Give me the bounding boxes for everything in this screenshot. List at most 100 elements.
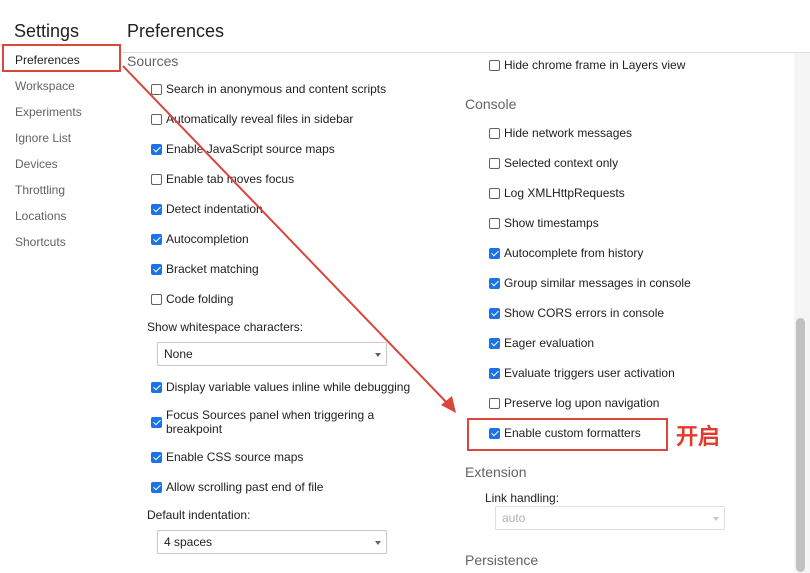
setting-autocompletion[interactable]: Autocompletion <box>151 231 249 247</box>
setting-bracket-matching[interactable]: Bracket matching <box>151 261 259 277</box>
highlight-box <box>467 418 668 451</box>
setting-label: Automatically reveal files in sidebar <box>166 112 354 126</box>
setting-label: Detect indentation <box>166 202 263 216</box>
checkbox[interactable] <box>489 397 500 409</box>
annotation-text: 开启 <box>676 424 721 449</box>
setting-label: Group similar messages in console <box>504 276 691 290</box>
whitespace-label: Show whitespace characters: <box>147 320 304 334</box>
sidebar-item-throttling[interactable]: Throttling <box>15 183 65 197</box>
sidebar-item-shortcuts[interactable]: Shortcuts <box>15 235 66 249</box>
setting-autocomplete-history[interactable]: Autocomplete from history <box>489 245 643 261</box>
setting-css-source-maps[interactable]: Enable CSS source maps <box>151 449 303 465</box>
persistence-section-title: Persistence <box>465 552 539 568</box>
settings-title: Settings <box>14 21 80 41</box>
checkbox[interactable] <box>151 381 162 393</box>
setting-label: Show CORS errors in console <box>504 306 665 320</box>
checkbox[interactable] <box>489 337 500 349</box>
setting-label: Search in anonymous and content scripts <box>166 82 387 96</box>
setting-selected-context[interactable]: Selected context only <box>489 155 618 171</box>
page-title: Preferences <box>127 21 225 41</box>
sidebar-item-preferences[interactable]: Preferences <box>15 53 80 67</box>
setting-cors-errors[interactable]: Show CORS errors in console <box>489 305 664 321</box>
header-divider <box>122 52 810 53</box>
link-handling-label: Link handling: <box>485 491 560 505</box>
setting-label: Evaluate triggers user activation <box>504 366 675 380</box>
checkbox[interactable] <box>489 247 500 259</box>
checkbox[interactable] <box>489 277 500 289</box>
checkbox[interactable] <box>151 83 162 95</box>
setting-show-timestamps[interactable]: Show timestamps <box>489 215 599 231</box>
checkbox[interactable] <box>151 293 162 305</box>
checkbox[interactable] <box>151 451 162 463</box>
setting-search-anonymous[interactable]: Search in anonymous and content scripts <box>151 81 386 97</box>
setting-label: Preserve log upon navigation <box>504 396 660 410</box>
setting-scroll-past-end[interactable]: Allow scrolling past end of file <box>151 479 323 495</box>
chevron-down-icon <box>375 541 381 545</box>
arrow-head <box>441 396 456 413</box>
setting-label: Autocompletion <box>166 232 249 246</box>
console-section-title: Console <box>465 96 517 112</box>
setting-label: Eager evaluation <box>504 336 595 350</box>
setting-label: Bracket matching <box>166 262 259 276</box>
checkbox[interactable] <box>489 187 500 199</box>
setting-label: Display variable values inline while deb… <box>166 380 411 394</box>
checkbox[interactable] <box>489 367 500 379</box>
sidebar-item-locations[interactable]: Locations <box>15 209 66 223</box>
setting-inline-values[interactable]: Display variable values inline while deb… <box>151 379 410 395</box>
setting-label: Show timestamps <box>504 216 599 230</box>
checkbox[interactable] <box>151 203 162 215</box>
setting-hide-network[interactable]: Hide network messages <box>489 125 632 141</box>
setting-hide-chrome-frame[interactable]: Hide chrome frame in Layers view <box>489 57 685 73</box>
setting-label: Selected context only <box>504 156 619 170</box>
setting-label: Log XMLHttpRequests <box>504 186 625 200</box>
checkbox[interactable] <box>151 143 162 155</box>
setting-detect-indentation[interactable]: Detect indentation <box>151 201 263 217</box>
sources-section-title: Sources <box>127 53 179 69</box>
whitespace-select[interactable]: None <box>157 342 387 366</box>
sidebar-item-ignore-list[interactable]: Ignore List <box>15 131 71 145</box>
setting-label: Enable tab moves focus <box>166 172 295 186</box>
setting-label: Focus Sources panel when triggering a br… <box>166 408 375 436</box>
checkbox[interactable] <box>151 263 162 275</box>
select-value: 4 spaces <box>164 535 213 549</box>
checkbox[interactable] <box>489 217 500 229</box>
setting-tab-focus[interactable]: Enable tab moves focus <box>151 171 294 187</box>
indentation-select[interactable]: 4 spaces <box>157 530 387 554</box>
setting-log-xhr[interactable]: Log XMLHttpRequests <box>489 185 625 201</box>
setting-label: Hide chrome frame in Layers view <box>504 58 686 72</box>
extension-section-title: Extension <box>465 464 527 480</box>
setting-auto-reveal[interactable]: Automatically reveal files in sidebar <box>151 111 353 127</box>
chevron-down-icon <box>375 353 381 357</box>
select-value: auto <box>502 511 526 525</box>
setting-label: Enable CSS source maps <box>166 450 304 464</box>
setting-preserve-log[interactable]: Preserve log upon navigation <box>489 395 659 411</box>
indentation-label: Default indentation: <box>147 508 251 522</box>
setting-eager-evaluation[interactable]: Eager evaluation <box>489 335 594 351</box>
sidebar-item-devices[interactable]: Devices <box>15 157 58 171</box>
setting-label: Hide network messages <box>504 126 633 140</box>
chevron-down-icon <box>713 517 719 521</box>
checkbox[interactable] <box>151 416 162 428</box>
checkbox[interactable] <box>489 157 500 169</box>
checkbox[interactable] <box>151 481 162 493</box>
checkbox[interactable] <box>151 173 162 185</box>
checkbox[interactable] <box>151 113 162 125</box>
sidebar-item-experiments[interactable]: Experiments <box>15 105 82 119</box>
checkbox[interactable] <box>489 307 500 319</box>
link-handling-select[interactable]: auto <box>495 506 725 530</box>
scrollbar-thumb[interactable] <box>796 318 805 572</box>
setting-label: Allow scrolling past end of file <box>166 480 324 494</box>
checkbox[interactable] <box>489 127 500 139</box>
setting-code-folding[interactable]: Code folding <box>151 291 233 307</box>
setting-label: Enable JavaScript source maps <box>166 142 335 156</box>
setting-label: Code folding <box>166 292 234 306</box>
setting-js-source-maps[interactable]: Enable JavaScript source maps <box>151 141 335 157</box>
setting-evaluate-triggers[interactable]: Evaluate triggers user activation <box>489 365 675 381</box>
setting-label: Autocomplete from history <box>504 246 644 260</box>
select-value: None <box>164 347 193 361</box>
setting-focus-sources[interactable]: Focus Sources panel when triggering a br… <box>151 408 396 436</box>
setting-group-similar[interactable]: Group similar messages in console <box>489 275 691 291</box>
checkbox[interactable] <box>489 59 500 71</box>
checkbox[interactable] <box>151 233 162 245</box>
sidebar-item-workspace[interactable]: Workspace <box>15 79 75 93</box>
